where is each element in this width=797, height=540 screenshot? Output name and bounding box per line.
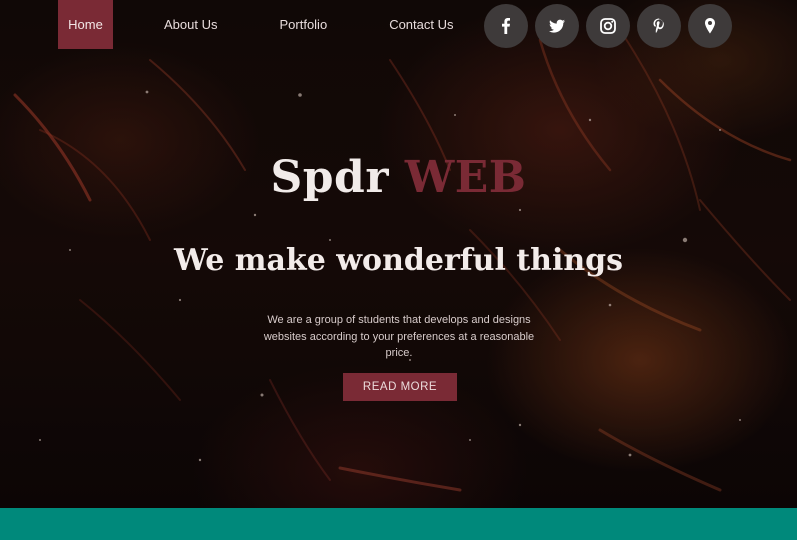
site-brand-title: Spdr WEB	[0, 152, 797, 203]
facebook-button[interactable]	[484, 4, 528, 48]
location-button[interactable]	[688, 4, 732, 48]
nav-item-home[interactable]: Home	[58, 0, 113, 49]
nav-item-portfolio[interactable]: Portfolio	[279, 0, 327, 49]
twitter-icon	[549, 19, 565, 33]
nav-item-about-us[interactable]: About Us	[164, 0, 217, 49]
instagram-button[interactable]	[586, 4, 630, 48]
nav-item-contact-us[interactable]: Contact Us	[389, 0, 453, 49]
hero-tagline: We make wonderful things	[173, 243, 624, 278]
footer-band	[0, 508, 797, 540]
brand-main-text: Spdr	[270, 152, 390, 203]
pinterest-icon	[653, 18, 664, 33]
location-pin-icon	[705, 18, 715, 34]
read-more-button[interactable]: READ MORE	[343, 373, 457, 401]
twitter-button[interactable]	[535, 4, 579, 48]
main-nav: Home About Us Portfolio Contact Us	[58, 0, 454, 49]
hero-description: We are a group of students that develops…	[263, 314, 535, 359]
brand-accent-text: WEB	[404, 152, 527, 203]
facebook-icon	[502, 18, 510, 34]
pinterest-button[interactable]	[637, 4, 681, 48]
instagram-icon	[600, 18, 616, 34]
social-links	[484, 4, 739, 48]
